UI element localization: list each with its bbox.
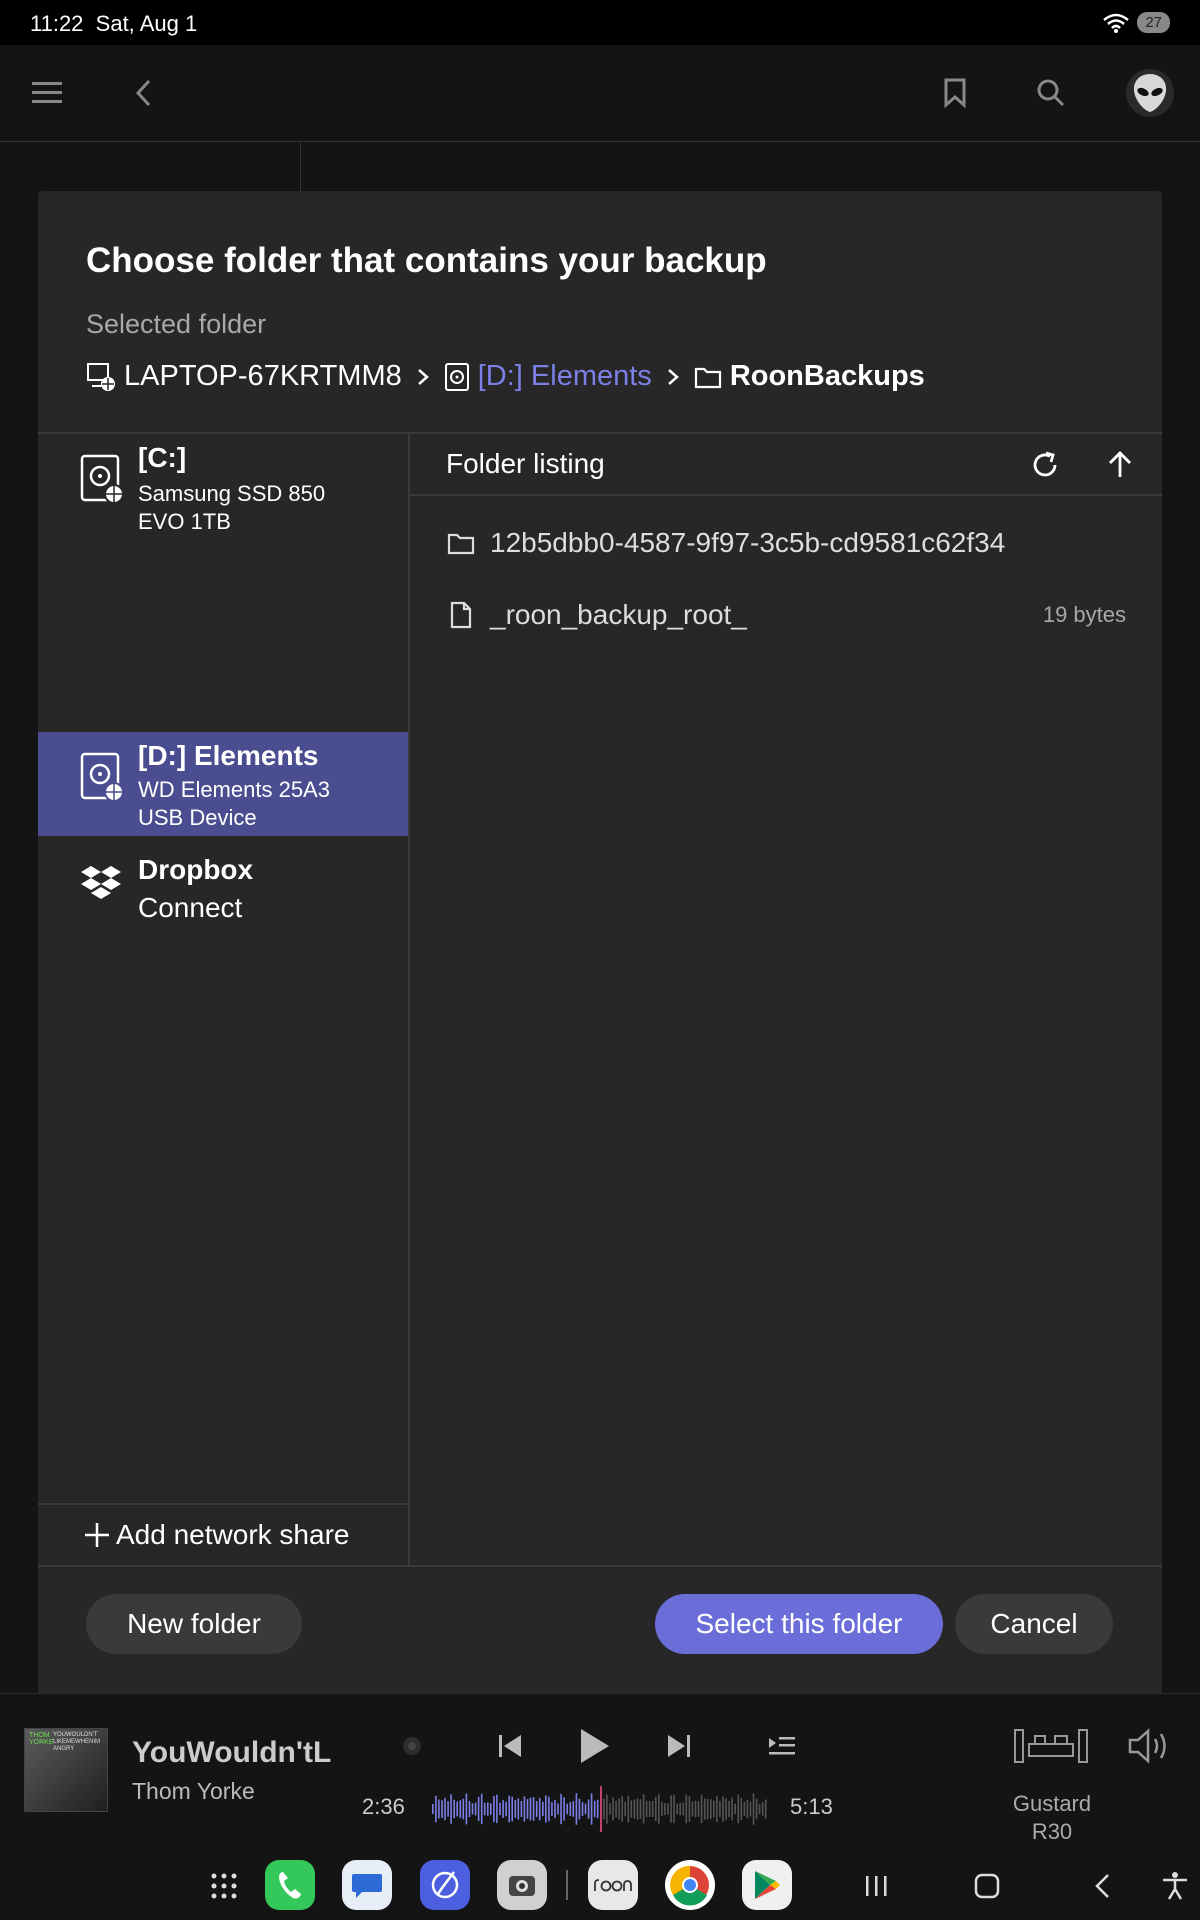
radio-indicator-icon[interactable] <box>390 1724 434 1768</box>
folder-icon <box>694 367 721 388</box>
drive-description: WD Elements 25A3 <box>138 777 330 802</box>
chrome-app-icon[interactable] <box>665 1860 715 1910</box>
dropbox-icon <box>81 866 121 899</box>
add-network-share-label: Add network share <box>116 1519 350 1550</box>
arrow-up-icon[interactable] <box>1101 446 1139 484</box>
dock-divider <box>566 1870 568 1900</box>
folder-listing-header: Folder listing <box>410 434 1162 496</box>
choose-folder-dialog: Choose folder that contains your backup … <box>38 191 1162 1701</box>
background-divider <box>300 142 301 192</box>
breadcrumb-computer[interactable]: LAPTOP-67KRTMM8 <box>86 360 402 393</box>
selected-folder-label: Selected folder <box>86 309 267 339</box>
zone-device-icon[interactable] <box>1012 1724 1090 1768</box>
accessibility-icon[interactable] <box>1155 1866 1195 1906</box>
nav-back-icon[interactable] <box>1082 1866 1122 1906</box>
album-art[interactable]: THOM YORKE YOUWOULDN'T LIKEMEWHENIM ANGR… <box>24 1728 108 1812</box>
file-size: 19 bytes <box>1042 602 1126 627</box>
track-artist[interactable]: Thom Yorke <box>132 1778 255 1805</box>
drive-icon <box>444 362 469 391</box>
folder-listing-title: Folder listing <box>446 448 605 479</box>
folder-listing-panel: Folder listing 12b5dbb0-4587-9f97-3c5b-c… <box>410 434 1162 1565</box>
dropbox-connect-link[interactable]: Connect <box>138 892 242 924</box>
playhead-marker[interactable] <box>600 1786 602 1832</box>
drive-description: EVO 1TB <box>138 509 231 534</box>
messages-app-icon[interactable] <box>342 1860 392 1910</box>
menu-icon[interactable] <box>28 73 68 113</box>
status-bar: 11:22 Sat, Aug 1 27 <box>0 0 1200 45</box>
roon-app-icon[interactable] <box>588 1860 638 1910</box>
profile-avatar[interactable] <box>1126 69 1174 117</box>
queue-icon[interactable] <box>760 1724 804 1768</box>
hard-drive-icon <box>80 454 124 504</box>
drive-name: Dropbox <box>138 854 254 885</box>
computer-icon <box>87 362 115 391</box>
android-navigation-bar <box>0 1848 1200 1920</box>
drive-name: [D:] Elements <box>138 740 319 771</box>
drive-item-dropbox[interactable]: Dropbox Connect <box>38 836 408 932</box>
refresh-icon[interactable] <box>1026 446 1064 484</box>
drive-description: USB Device <box>138 805 257 830</box>
time-elapsed: 2:36 <box>362 1794 405 1819</box>
play-icon[interactable] <box>572 1724 616 1768</box>
breadcrumb: LAPTOP-67KRTMM8 [D:] Elements RoonBackup… <box>86 354 925 399</box>
next-track-icon[interactable] <box>657 1724 701 1768</box>
select-this-folder-button[interactable]: Select this folder <box>655 1594 943 1654</box>
back-icon[interactable] <box>124 73 164 113</box>
breadcrumb-drive[interactable]: [D:] Elements <box>444 360 652 393</box>
drive-item-c[interactable]: [C:] Samsung SSD 850 EVO 1TB <box>38 434 408 540</box>
waveform-seek-bar[interactable] <box>432 1786 768 1832</box>
file-row[interactable]: _roon_backup_root_ 19 bytes <box>446 590 1126 640</box>
camera-app-icon[interactable] <box>497 1860 547 1910</box>
now-playing-bar: THOM YORKE YOUWOULDN'T LIKEMEWHENIM ANGR… <box>0 1693 1200 1848</box>
dialog-title: Choose folder that contains your backup <box>86 241 767 280</box>
new-folder-button[interactable]: New folder <box>86 1594 302 1654</box>
previous-track-icon[interactable] <box>488 1724 532 1768</box>
alien-avatar-icon <box>1133 74 1167 112</box>
app-drawer-icon[interactable] <box>204 1866 244 1906</box>
add-network-share-button[interactable]: Add network share <box>38 1503 408 1565</box>
footer-divider <box>38 1565 1162 1567</box>
folder-row-name: 12b5dbb0-4587-9f97-3c5b-cd9581c62f34 <box>490 527 1006 558</box>
folder-row[interactable]: 12b5dbb0-4587-9f97-3c5b-cd9581c62f34 <box>446 518 1126 568</box>
drive-name: [C:] <box>138 442 187 473</box>
app-header <box>0 45 1200 142</box>
file-row-name: _roon_backup_root_ <box>490 599 747 630</box>
plus-icon <box>85 1523 109 1547</box>
chevron-right-icon <box>416 367 430 387</box>
drive-item-d-elements[interactable]: [D:] Elements WD Elements 25A3 USB Devic… <box>38 732 408 836</box>
browser-app-icon[interactable] <box>420 1860 470 1910</box>
file-icon <box>446 600 476 630</box>
bookmark-icon[interactable] <box>935 73 975 113</box>
track-title[interactable]: YouWouldn'tLi <box>132 1736 332 1770</box>
breadcrumb-folder[interactable]: RoonBackups <box>694 360 925 393</box>
cancel-button[interactable]: Cancel <box>955 1594 1113 1654</box>
drive-sidebar: [C:] Samsung SSD 850 EVO 1TB [D:] Elemen… <box>38 434 410 1565</box>
status-time: 11:22 Sat, Aug 1 <box>30 11 198 36</box>
zone-name[interactable]: Gustard R30 <box>1000 1790 1104 1846</box>
battery-indicator: 27 <box>1137 12 1170 33</box>
phone-app-icon[interactable] <box>265 1860 315 1910</box>
hard-drive-icon <box>80 752 124 802</box>
home-icon[interactable] <box>967 1866 1007 1906</box>
recent-apps-icon[interactable] <box>856 1866 896 1906</box>
play-store-app-icon[interactable] <box>742 1860 792 1910</box>
wifi-icon <box>1103 13 1130 33</box>
time-total: 5:13 <box>790 1794 833 1819</box>
volume-icon[interactable] <box>1128 1724 1172 1768</box>
search-icon[interactable] <box>1031 73 1071 113</box>
chevron-right-icon <box>666 367 680 387</box>
drive-description: Samsung SSD 850 <box>138 481 326 506</box>
folder-icon <box>446 528 476 558</box>
